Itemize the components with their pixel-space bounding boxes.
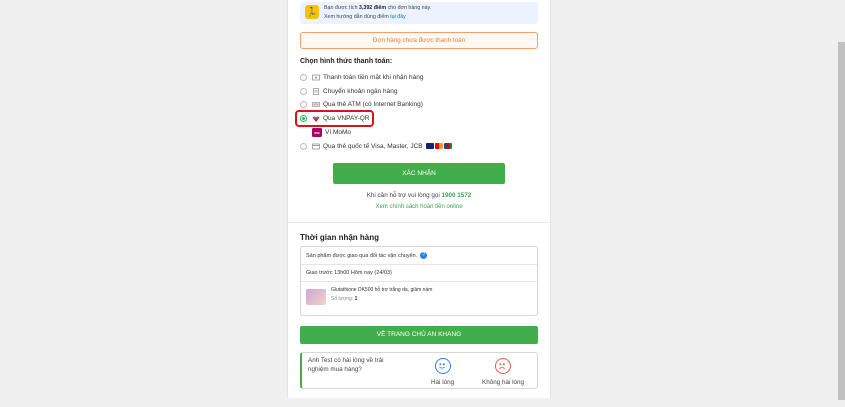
points-guide-link[interactable]: tại đây (390, 14, 406, 20)
runner-icon: 🏃 (305, 5, 319, 19)
home-button[interactable]: VỀ TRANG CHỦ AN KHANG (300, 326, 538, 344)
payment-method-title: Chọn hình thức thanh toán: (300, 58, 393, 65)
feedback-box: Anh Test có hài lòng về trải nghiệm mua … (300, 352, 538, 389)
jcb-icon (443, 143, 452, 149)
product-quantity: Số lượng: 1 (331, 296, 358, 302)
radio-button[interactable] (300, 100, 307, 108)
unpaid-warning: Đơn hàng chưa được thanh toán (300, 32, 538, 49)
points-banner: 🏃 Bạn được tích 3,392 điểm cho đơn hàng … (300, 2, 538, 24)
radio-button[interactable] (300, 142, 307, 150)
payment-option-momo[interactable]: mo Ví MoMo (300, 126, 351, 138)
row-divider (301, 264, 537, 265)
card-brand-logos (425, 143, 452, 149)
payment-option-bank-transfer[interactable]: Chuyển khoản ngân hàng (300, 85, 397, 97)
partner-note: Sản phẩm được giao qua đối tác vận chuyể… (306, 252, 428, 259)
delivery-eta: Giao trước 13h00 Hôm nay (24/03) (306, 270, 392, 276)
atm-card-icon: ATM (312, 101, 320, 107)
selected-option-highlight (295, 110, 374, 127)
happy-label[interactable]: Hài lòng (431, 379, 454, 386)
delivery-box: Sản phẩm được giao qua đối tác vận chuyể… (300, 246, 538, 316)
refund-policy-link[interactable]: Xem chính sách hoàn tiền online (300, 204, 538, 210)
scrollbar-thumb[interactable] (838, 42, 845, 400)
payment-option-atm[interactable]: ATM Qua thẻ ATM (có Internet Banking) (300, 98, 423, 110)
product-image (306, 289, 326, 305)
points-text: Bạn được tích 3,392 điểm cho đơn hàng nà… (324, 5, 432, 11)
support-hotline: Khi cần hỗ trợ vui lòng gọi 1900 1572 (366, 192, 472, 199)
radio-button[interactable] (300, 87, 307, 95)
payment-option-cash[interactable]: Thanh toán tiền mặt khi nhận hàng (300, 71, 423, 83)
svg-text:ATM: ATM (313, 103, 318, 106)
info-icon[interactable]: ? (420, 252, 428, 259)
smiley-happy-icon[interactable] (435, 358, 451, 374)
credit-card-icon (312, 143, 320, 149)
product-name: Glutathione DK500 hỗ trợ trắng da, giảm … (331, 287, 433, 293)
cash-icon (312, 74, 320, 80)
momo-icon: mo (312, 127, 322, 137)
points-guide-text: Xem hướng dẫn dùng điểm tại đây (324, 14, 406, 20)
bank-transfer-icon (313, 87, 319, 95)
visa-icon (425, 143, 434, 149)
delivery-title: Thời gian nhận hàng (300, 233, 380, 242)
svg-text:mo: mo (314, 131, 319, 135)
radio-button[interactable] (300, 73, 307, 81)
payment-option-international-card[interactable]: Qua thẻ quốc tế Visa, Master, JCB (300, 140, 452, 152)
row-divider (301, 281, 537, 282)
section-divider (287, 222, 551, 223)
hotline-number[interactable]: 1900 1572 (442, 192, 472, 199)
unhappy-label[interactable]: Không hài lòng (482, 379, 524, 386)
confirm-button[interactable]: XÁC NHẬN (333, 163, 505, 184)
smiley-sad-icon[interactable] (495, 358, 511, 374)
mastercard-icon (434, 143, 443, 149)
feedback-question: Anh Test có hài lòng về trải nghiệm mua … (308, 357, 384, 373)
